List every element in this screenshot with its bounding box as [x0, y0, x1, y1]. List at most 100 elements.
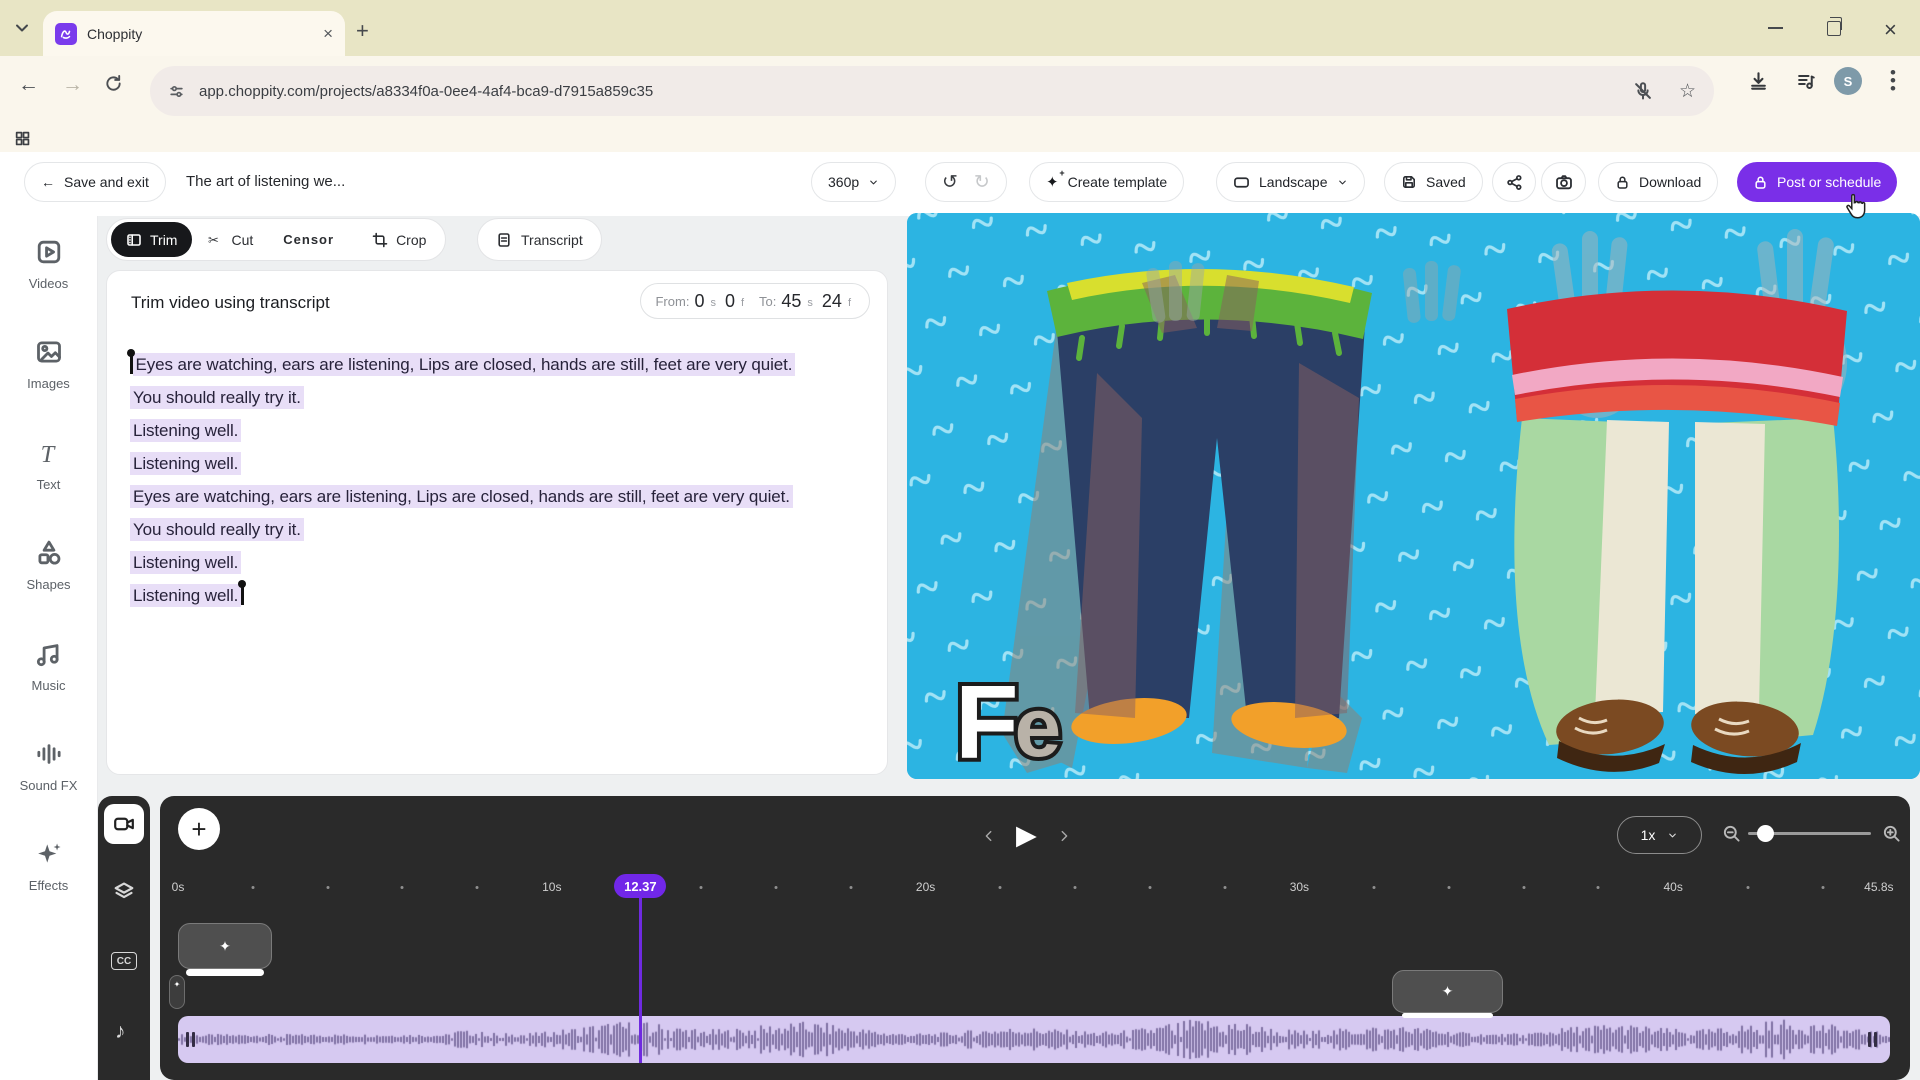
bookmark-star-icon[interactable]: ☆	[1679, 80, 1696, 103]
transport-controls: ▶	[982, 822, 1071, 849]
downloads-icon[interactable]	[1748, 70, 1769, 91]
mic-off-icon[interactable]	[1633, 81, 1653, 101]
browser-menu-icon[interactable]: • • •	[1890, 64, 1896, 97]
ruler-tick	[998, 886, 1002, 889]
save-icon	[1401, 174, 1417, 190]
tab-trim[interactable]: Trim	[111, 222, 193, 257]
playhead-line[interactable]	[639, 898, 642, 1063]
media-playlist-icon[interactable]	[1796, 71, 1816, 91]
download-button[interactable]: Download	[1598, 162, 1719, 202]
from-seconds[interactable]: 0	[694, 291, 704, 312]
sidebar-item-text[interactable]: T Text	[0, 439, 97, 492]
back-button[interactable]: ←	[18, 73, 39, 97]
apps-grid-icon[interactable]	[14, 130, 31, 147]
trim-handle-right[interactable]	[1868, 1032, 1877, 1047]
video-track-button[interactable]	[104, 804, 144, 844]
redo-icon[interactable]: ↻	[974, 171, 990, 194]
playhead-time-badge[interactable]: 12.37	[614, 874, 667, 898]
zoom-in-icon[interactable]	[1882, 824, 1901, 843]
profile-avatar[interactable]: S	[1834, 67, 1862, 95]
document-icon	[496, 232, 512, 248]
trim-range-control[interactable]: From: 0s 0f To: 45 s 24 f	[640, 283, 870, 319]
timeline-clip[interactable]: ✦	[1392, 970, 1503, 1013]
zoom-out-icon[interactable]	[1722, 824, 1741, 843]
project-title[interactable]: The art of listening we...	[186, 162, 345, 202]
transcript-line[interactable]: Eyes are watching, ears are listening, L…	[130, 485, 872, 508]
video-preview[interactable]: Fe	[907, 213, 1920, 779]
share-icon	[1506, 174, 1523, 191]
soundfx-icon	[35, 740, 63, 768]
transcript-line[interactable]: Listening well.	[130, 419, 872, 442]
sidebar-item-shapes[interactable]: Shapes	[0, 539, 97, 592]
to-frames[interactable]: 24	[822, 291, 842, 312]
undo-redo-group[interactable]: ↺ ↻	[925, 162, 1007, 202]
save-and-exit-button[interactable]: ← Save and exit	[24, 162, 166, 202]
from-frames[interactable]: 0	[725, 291, 735, 312]
timeline-track-area[interactable]: ✦ ✦ ✦ 12.37 0s 10s 20s 30s 40s 45.8s	[169, 874, 1894, 1080]
play-button[interactable]: ▶	[1016, 822, 1037, 849]
sidebar-item-videos[interactable]: Videos	[0, 238, 97, 291]
window-minimize-button[interactable]	[1768, 27, 1783, 29]
lock-icon	[1753, 175, 1768, 190]
tab-crop[interactable]: Crop	[357, 222, 441, 257]
timeline-panel: + ▶ 1x ✦ ✦ ✦ 12.37 0s 10s 20s 30s 40s 45…	[160, 796, 1910, 1080]
sidebar-item-music[interactable]: Music	[0, 640, 97, 693]
sidebar-item-effects[interactable]: Effects	[0, 840, 97, 893]
saved-status-button[interactable]: Saved	[1384, 162, 1483, 202]
post-or-schedule-button[interactable]: Post or schedule	[1737, 162, 1898, 202]
transcript-line[interactable]: You should really try it.	[130, 518, 872, 541]
effect-handle[interactable]: ✦	[169, 975, 185, 1009]
captions-track-button[interactable]: CC	[111, 952, 137, 970]
address-bar[interactable]: app.choppity.com/projects/a8334f0a-0ee4-…	[150, 66, 1714, 116]
url-text[interactable]: app.choppity.com/projects/a8334f0a-0ee4-…	[199, 83, 1633, 100]
transcript-line[interactable]: You should really try it.	[130, 386, 872, 409]
resolution-dropdown[interactable]: 360p	[811, 162, 897, 202]
chevron-down-icon	[1667, 830, 1678, 841]
tab-transcript[interactable]: Transcript	[477, 218, 602, 261]
previous-icon[interactable]	[982, 829, 996, 843]
audio-track-button[interactable]: ♪	[115, 1020, 126, 1044]
timeline-clip[interactable]: ✦	[178, 923, 272, 969]
forward-button[interactable]: →	[62, 73, 83, 97]
create-template-button[interactable]: ✦ + Create template	[1029, 162, 1185, 202]
tab-search-icon[interactable]	[12, 18, 32, 38]
share-button[interactable]	[1492, 162, 1536, 202]
snapshot-button[interactable]	[1541, 162, 1586, 202]
tab-close-icon[interactable]: ×	[323, 24, 333, 44]
to-seconds[interactable]: 45	[781, 291, 801, 312]
browser-tabstrip: Choppity × + ×	[0, 0, 1920, 56]
ruler-label: 10s	[542, 880, 562, 894]
transcript-line[interactable]: Listening well.	[130, 551, 872, 574]
audio-waveform-track[interactable]	[178, 1016, 1890, 1063]
add-media-button[interactable]: +	[178, 808, 220, 850]
ruler-tick	[1746, 886, 1750, 889]
chevron-down-icon	[868, 177, 879, 188]
next-icon[interactable]	[1057, 829, 1071, 843]
selection-handle-end[interactable]	[238, 580, 246, 605]
window-restore-button[interactable]	[1827, 17, 1842, 36]
clip-selection-strip	[1402, 1013, 1493, 1018]
ruler-tick	[1821, 886, 1825, 889]
playback-speed-dropdown[interactable]: 1x	[1617, 816, 1702, 854]
sidebar-item-images[interactable]: Images	[0, 338, 97, 391]
layers-track-button[interactable]	[113, 880, 135, 902]
reload-button[interactable]	[104, 74, 123, 93]
ruler-tick	[1447, 886, 1451, 889]
app-window: Choppity × + × ← → app.choppity.com/proj…	[0, 0, 1920, 1080]
tab-cut[interactable]: ✂ Cut	[192, 222, 268, 257]
new-tab-button[interactable]: +	[356, 18, 369, 44]
selection-handle-start[interactable]	[127, 349, 135, 374]
transcript-line[interactable]: Eyes are watching, ears are listening, L…	[127, 349, 872, 376]
sidebar-item-sound-fx[interactable]: Sound FX	[0, 740, 97, 793]
trim-handle-left[interactable]	[186, 1032, 195, 1047]
undo-icon[interactable]: ↺	[942, 171, 958, 194]
browser-tab[interactable]: Choppity ×	[43, 11, 345, 56]
site-info-icon[interactable]	[168, 83, 185, 100]
orientation-dropdown[interactable]: Landscape	[1216, 162, 1365, 202]
transcript-editor[interactable]: Eyes are watching, ears are listening, L…	[127, 349, 872, 619]
window-close-button[interactable]: ×	[1884, 17, 1897, 43]
zoom-slider-thumb[interactable]	[1757, 825, 1774, 842]
tab-censor[interactable]: Censor	[268, 222, 357, 257]
transcript-line[interactable]: Listening well.	[130, 580, 872, 607]
transcript-line[interactable]: Listening well.	[130, 452, 872, 475]
